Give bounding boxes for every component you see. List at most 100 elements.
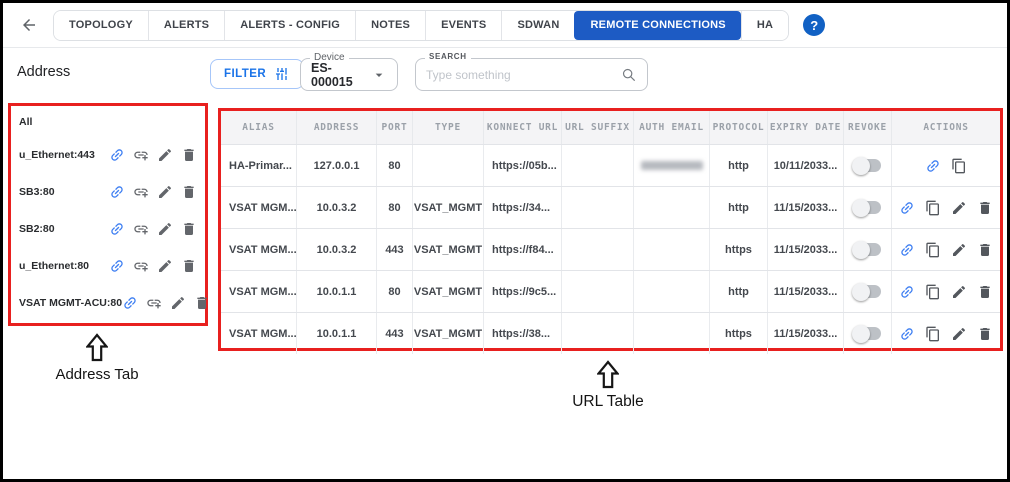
revoke-toggle[interactable] bbox=[854, 243, 881, 256]
add-link-icon[interactable] bbox=[146, 295, 162, 311]
delete-icon[interactable] bbox=[977, 200, 993, 216]
top-navigation-bar: TOPOLOGYALERTSALERTS - CONFIGNOTESEVENTS… bbox=[3, 3, 1007, 48]
url-table: ALIASADDRESSPORTTYPEKONNECT URLURL SUFFI… bbox=[218, 108, 1003, 351]
edit-icon[interactable] bbox=[157, 147, 173, 163]
delete-icon[interactable] bbox=[194, 295, 210, 311]
add-link-icon[interactable] bbox=[133, 258, 149, 274]
url-table-row: HA-Primar...127.0.0.180https://05b...htt… bbox=[221, 144, 1000, 186]
edit-icon[interactable] bbox=[157, 184, 173, 200]
tab-sdwan[interactable]: SDWAN bbox=[501, 11, 574, 40]
address-item[interactable]: All bbox=[15, 108, 201, 136]
edit-icon[interactable] bbox=[170, 295, 186, 311]
tab-ha[interactable]: HA bbox=[741, 11, 788, 40]
toggle-knob bbox=[852, 283, 870, 301]
help-icon[interactable]: ? bbox=[803, 14, 825, 36]
address-item-actions bbox=[109, 258, 197, 274]
cell-expiry-date: 11/15/2033... bbox=[768, 313, 844, 354]
address-panel: All u_Ethernet:443SB3:80SB2:80u_Ethernet:… bbox=[8, 103, 208, 326]
delete-icon[interactable] bbox=[977, 242, 993, 258]
edit-icon[interactable] bbox=[157, 258, 173, 274]
cell-protocol: http bbox=[710, 271, 768, 312]
filter-button[interactable]: FILTER bbox=[210, 59, 304, 89]
cell-expiry-date: 10/11/2033... bbox=[768, 145, 844, 186]
cell-url-suffix bbox=[562, 313, 634, 354]
link-icon[interactable] bbox=[109, 147, 125, 163]
tab-notes[interactable]: NOTES bbox=[355, 11, 425, 40]
tune-icon bbox=[274, 66, 290, 82]
edit-icon[interactable] bbox=[157, 221, 173, 237]
cell-revoke bbox=[844, 271, 892, 312]
edit-icon[interactable] bbox=[951, 200, 967, 216]
delete-icon[interactable] bbox=[181, 147, 197, 163]
add-link-icon[interactable] bbox=[133, 184, 149, 200]
address-item[interactable]: SB3:80 bbox=[15, 173, 201, 210]
app-window: TOPOLOGYALERTSALERTS - CONFIGNOTESEVENTS… bbox=[0, 0, 1010, 482]
toggle-knob bbox=[852, 199, 870, 217]
revoke-toggle[interactable] bbox=[854, 201, 881, 214]
search-input[interactable] bbox=[426, 68, 621, 82]
tab-topology[interactable]: TOPOLOGY bbox=[54, 11, 148, 40]
copy-icon[interactable] bbox=[925, 200, 941, 216]
revoke-toggle[interactable] bbox=[854, 285, 881, 298]
copy-icon[interactable] bbox=[925, 284, 941, 300]
tab-bar: TOPOLOGYALERTSALERTS - CONFIGNOTESEVENTS… bbox=[53, 10, 789, 41]
tab-alerts[interactable]: ALERTS bbox=[148, 11, 224, 40]
address-list: All u_Ethernet:443SB3:80SB2:80u_Ethernet:… bbox=[15, 108, 201, 321]
cell-url-suffix bbox=[562, 229, 634, 270]
cell-address: 127.0.0.1 bbox=[297, 145, 377, 186]
url-table-annotation-label: URL Table bbox=[572, 393, 644, 410]
address-item-label: All bbox=[19, 116, 197, 128]
edit-icon[interactable] bbox=[951, 242, 967, 258]
link-icon[interactable] bbox=[122, 295, 138, 311]
cell-port: 443 bbox=[377, 313, 413, 354]
link-icon[interactable] bbox=[109, 184, 125, 200]
delete-icon[interactable] bbox=[181, 258, 197, 274]
tab-alerts-config[interactable]: ALERTS - CONFIG bbox=[224, 11, 355, 40]
url-table-row: VSAT MGM...10.0.1.1443VSAT_MGMThttps://3… bbox=[221, 312, 1000, 354]
cell-address: 10.0.3.2 bbox=[297, 187, 377, 228]
column-header-url-suffix: URL SUFFIX bbox=[562, 111, 634, 144]
back-icon[interactable] bbox=[17, 13, 41, 37]
tab-events[interactable]: EVENTS bbox=[425, 11, 501, 40]
link-icon[interactable] bbox=[925, 158, 941, 174]
edit-icon[interactable] bbox=[951, 284, 967, 300]
add-link-icon[interactable] bbox=[133, 221, 149, 237]
delete-icon[interactable] bbox=[977, 326, 993, 342]
cell-alias: VSAT MGM... bbox=[221, 271, 297, 312]
address-item-actions bbox=[109, 221, 197, 237]
link-icon[interactable] bbox=[109, 221, 125, 237]
search-box: SEARCH bbox=[415, 58, 648, 91]
cell-expiry-date: 11/15/2033... bbox=[768, 271, 844, 312]
link-icon[interactable] bbox=[899, 326, 915, 342]
address-item[interactable]: u_Ethernet:80 bbox=[15, 247, 201, 284]
address-item-actions bbox=[109, 147, 197, 163]
cell-type bbox=[413, 145, 484, 186]
copy-icon[interactable] bbox=[925, 242, 941, 258]
device-select[interactable]: Device ES-000015 bbox=[300, 58, 398, 91]
copy-icon[interactable] bbox=[951, 158, 967, 174]
address-item[interactable]: u_Ethernet:443 bbox=[15, 136, 201, 173]
address-item-actions bbox=[122, 295, 210, 311]
edit-icon[interactable] bbox=[951, 326, 967, 342]
link-icon[interactable] bbox=[109, 258, 125, 274]
tab-remote-connections[interactable]: REMOTE CONNECTIONS bbox=[574, 11, 740, 40]
cell-expiry-date: 11/15/2033... bbox=[768, 187, 844, 228]
up-arrow-icon bbox=[28, 333, 166, 362]
address-item[interactable]: SB2:80 bbox=[15, 210, 201, 247]
add-link-icon[interactable] bbox=[133, 147, 149, 163]
delete-icon[interactable] bbox=[977, 284, 993, 300]
cell-protocol: https bbox=[710, 313, 768, 354]
url-table-header: ALIASADDRESSPORTTYPEKONNECT URLURL SUFFI… bbox=[221, 111, 1000, 144]
revoke-toggle[interactable] bbox=[854, 327, 881, 340]
delete-icon[interactable] bbox=[181, 184, 197, 200]
delete-icon[interactable] bbox=[181, 221, 197, 237]
cell-konnect-url: https://38... bbox=[484, 313, 562, 354]
link-icon[interactable] bbox=[899, 200, 915, 216]
link-icon[interactable] bbox=[899, 242, 915, 258]
revoke-toggle[interactable] bbox=[854, 159, 881, 172]
cell-revoke bbox=[844, 145, 892, 186]
address-item[interactable]: VSAT MGMT-ACU:80 bbox=[15, 284, 201, 321]
url-table-annotation: URL Table bbox=[543, 360, 673, 411]
link-icon[interactable] bbox=[899, 284, 915, 300]
copy-icon[interactable] bbox=[925, 326, 941, 342]
